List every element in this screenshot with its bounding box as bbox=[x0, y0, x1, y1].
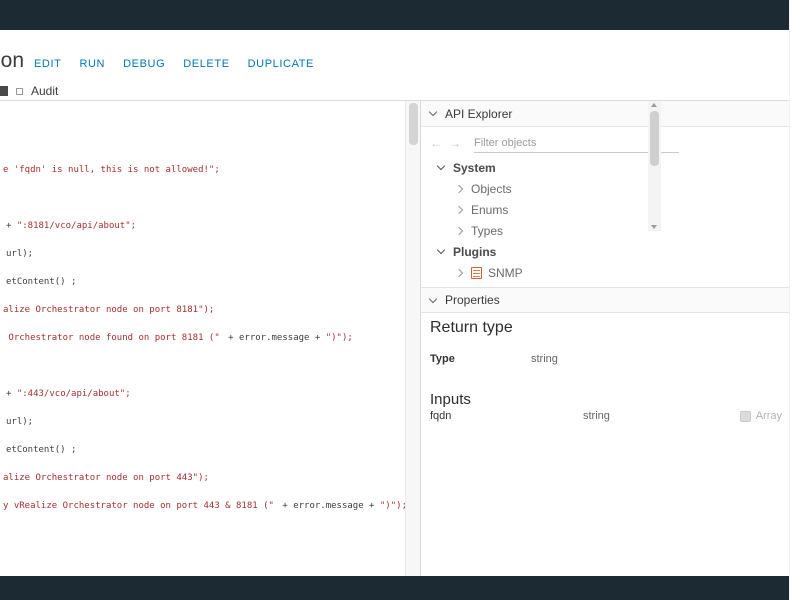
editor-scrollbar[interactable] bbox=[405, 101, 420, 576]
top-navigation-bar bbox=[0, 0, 789, 30]
tree-item-label: Objects bbox=[471, 182, 512, 196]
chevron-down-icon[interactable] bbox=[437, 246, 445, 254]
tree-item-system[interactable]: System bbox=[421, 157, 661, 178]
inputs-heading: Inputs bbox=[430, 391, 471, 408]
tree-item-plugins[interactable]: Plugins bbox=[421, 241, 661, 262]
tab-audit[interactable]: Audit bbox=[31, 84, 58, 98]
api-explorer-title: API Explorer bbox=[445, 107, 512, 121]
array-label: Array bbox=[756, 410, 782, 422]
code-line bbox=[3, 177, 405, 191]
right-side-panel: API Explorer ← → SystemObjectsEnumsTypes… bbox=[420, 101, 789, 576]
tree-item-label: Types bbox=[471, 224, 503, 238]
edit-button[interactable]: EDIT bbox=[34, 58, 61, 70]
array-checkbox bbox=[740, 411, 751, 422]
code-line: etContent() ; bbox=[3, 275, 405, 289]
forward-arrow-icon[interactable]: → bbox=[449, 136, 461, 150]
api-filter-row: ← → bbox=[430, 132, 679, 154]
action-toolbar: EDIT RUN DEBUG DELETE DUPLICATE bbox=[34, 58, 314, 70]
code-line bbox=[3, 345, 405, 359]
tree-item-label: Enums bbox=[471, 203, 508, 217]
tree-item-label: System bbox=[453, 161, 496, 175]
type-value: string bbox=[531, 353, 558, 365]
tree-scrollbar-thumb[interactable] bbox=[650, 111, 659, 166]
scroll-up-icon[interactable] bbox=[651, 103, 657, 107]
tree-item-label: Plugins bbox=[453, 245, 496, 259]
scroll-down-icon[interactable] bbox=[651, 225, 657, 229]
snmp-plugin-icon bbox=[471, 267, 482, 279]
clipped-tab-icon bbox=[0, 86, 8, 96]
api-tree: System Objects Enums Types Plugins SNMP bbox=[421, 157, 661, 287]
chevron-right-icon[interactable] bbox=[455, 226, 463, 234]
code-line bbox=[3, 289, 405, 303]
script-editor[interactable]: e 'fqdn' is null, this is not allowed!";… bbox=[0, 101, 405, 576]
tree-item-objects[interactable]: Objects bbox=[421, 178, 661, 199]
tree-item-label: SNMP bbox=[488, 266, 523, 280]
code-line bbox=[3, 359, 405, 373]
tree-scrollbar[interactable] bbox=[648, 101, 661, 231]
chevron-right-icon[interactable] bbox=[455, 184, 463, 192]
tab-bar: Audit bbox=[0, 83, 58, 99]
run-button[interactable]: RUN bbox=[79, 58, 105, 70]
tree-item-snmp[interactable]: SNMP bbox=[421, 262, 661, 283]
debug-button[interactable]: DEBUG bbox=[123, 58, 165, 70]
bottom-status-bar bbox=[0, 576, 789, 600]
chevron-down-icon[interactable] bbox=[437, 162, 445, 170]
code-line: y vRealize Orchestrator node on port 443… bbox=[3, 499, 405, 513]
input-name: fqdn bbox=[430, 410, 583, 422]
back-arrow-icon[interactable]: ← bbox=[430, 136, 442, 150]
type-label: Type bbox=[430, 353, 531, 365]
chevron-right-icon[interactable] bbox=[455, 268, 463, 276]
code-line bbox=[3, 317, 405, 331]
delete-button[interactable]: DELETE bbox=[183, 58, 229, 70]
properties-section-header[interactable]: Properties bbox=[421, 287, 789, 313]
code-line: Orchestrator node found on port 8181 (" … bbox=[3, 331, 405, 345]
return-type-heading: Return type bbox=[430, 319, 513, 337]
code-line: alize Orchestrator node on port 8181"); bbox=[3, 303, 405, 317]
tree-item-types[interactable]: Types bbox=[421, 220, 661, 241]
editor-scrollbar-thumb[interactable] bbox=[409, 103, 418, 145]
tree-item-enums[interactable]: Enums bbox=[421, 199, 661, 220]
properties-title: Properties bbox=[445, 293, 500, 307]
code-line bbox=[3, 191, 405, 205]
return-type-row: Type string bbox=[430, 353, 558, 365]
audit-tab-icon bbox=[16, 88, 23, 95]
duplicate-button[interactable]: DUPLICATE bbox=[248, 58, 314, 70]
code-line: e 'fqdn' is null, this is not allowed!"; bbox=[3, 163, 405, 177]
page-title: ion bbox=[0, 49, 24, 73]
code-editor-content[interactable]: e 'fqdn' is null, this is not allowed!";… bbox=[0, 101, 405, 513]
input-type: string bbox=[583, 410, 740, 422]
page-scrollbar-gutter bbox=[789, 0, 800, 600]
chevron-down-icon[interactable] bbox=[429, 294, 437, 302]
input-row-fqdn: fqdn string Array bbox=[430, 410, 782, 422]
api-explorer-section-header[interactable]: API Explorer bbox=[421, 101, 789, 127]
chevron-right-icon[interactable] bbox=[455, 205, 463, 213]
chevron-down-icon[interactable] bbox=[429, 108, 437, 116]
